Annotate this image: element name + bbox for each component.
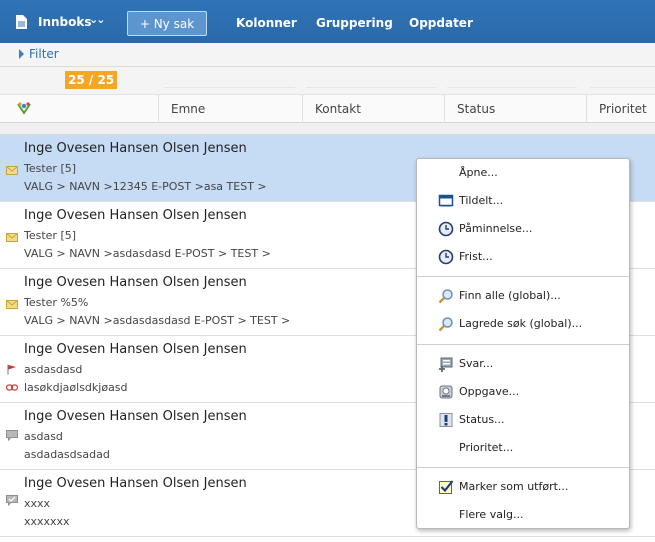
menu-item-label: Påminnelse... — [459, 222, 533, 235]
comment-icon — [6, 430, 18, 441]
column-header-contact[interactable]: Kontakt — [302, 95, 444, 123]
menu-item-label: Prioritet... — [459, 441, 514, 454]
menu-item-find-all[interactable]: Finn alle (global)... — [417, 284, 629, 308]
menu-item-reply[interactable]: Svar... — [417, 352, 629, 376]
chevron-down-icon[interactable]: ⌄⌄ — [89, 13, 106, 26]
magnifier-icon — [438, 289, 453, 304]
menu-item-label: Tildelt... — [459, 194, 504, 207]
contact-name: Inge Ovesen Hansen Olsen Jensen — [24, 409, 247, 424]
case-subject: xxxx — [24, 497, 51, 510]
case-subject: Tester %5% — [24, 296, 89, 309]
refresh-button[interactable]: Oppdater — [409, 16, 473, 30]
case-path: VALG > NAVN >12345 E-POST >asa TEST > — [24, 180, 267, 193]
list-spacer — [0, 123, 655, 135]
menu-item-status[interactable]: Status... — [417, 408, 629, 432]
exclamation-icon — [439, 413, 453, 427]
menu-separator — [417, 276, 629, 277]
contact-name: Inge Ovesen Hansen Olsen Jensen — [24, 275, 247, 290]
reply-icon — [439, 357, 453, 372]
grouping-button[interactable]: Gruppering — [316, 16, 393, 30]
envelope-icon — [6, 233, 18, 242]
column-header-subject[interactable]: Emne — [158, 95, 302, 123]
clock-icon — [438, 221, 454, 237]
menu-item-reminder[interactable]: Påminnelse... — [417, 217, 629, 241]
menu-item-saved-search[interactable]: Lagrede søk (global)... — [417, 312, 629, 336]
context-menu: Åpne... Tildelt... Påminnelse... Frist..… — [416, 158, 630, 529]
top-toolbar: Innboks ⌄⌄ + Ny sak Kolonner Gruppering … — [0, 0, 655, 43]
new-case-button[interactable]: + Ny sak — [127, 11, 207, 36]
column-header-row: Emne Kontakt Status Prioritet — [0, 94, 655, 123]
case-path: xxxxxxx — [24, 515, 70, 528]
filter-bar: Filter — [0, 43, 655, 67]
contact-name: Inge Ovesen Hansen Olsen Jensen — [24, 476, 247, 491]
result-count-badge: 25 / 25 — [65, 71, 118, 89]
divider — [306, 87, 436, 88]
inbox-icon — [16, 15, 27, 29]
case-subject: asdasd — [24, 430, 63, 443]
checkbox-checked-icon — [439, 480, 454, 494]
flag-icon — [7, 364, 16, 375]
menu-item-assigned[interactable]: Tildelt... — [417, 189, 629, 213]
divider — [447, 87, 577, 88]
menu-item-more[interactable]: Flere valg... — [417, 503, 629, 527]
menu-item-label: Åpne... — [459, 166, 498, 179]
inbox-title[interactable]: Innboks — [38, 15, 92, 29]
column-header-priority[interactable]: Prioritet — [586, 95, 655, 123]
menu-item-label: Svar... — [459, 357, 494, 370]
menu-item-label: Flere valg... — [459, 508, 524, 521]
envelope-icon — [6, 166, 18, 175]
case-subject: Tester [5] — [24, 162, 77, 175]
menu-separator — [417, 344, 629, 345]
menu-item-label: Finn alle (global)... — [459, 289, 561, 302]
contact-name: Inge Ovesen Hansen Olsen Jensen — [24, 141, 247, 156]
case-path: lasøkdjaølsdkjøasd — [24, 381, 128, 394]
menu-item-task[interactable]: Oppgave... — [417, 380, 629, 404]
menu-item-priority[interactable]: Prioritet... — [417, 436, 629, 460]
menu-item-mark-done[interactable]: Marker som utført... — [417, 475, 629, 499]
task-icon — [439, 385, 453, 399]
column-header-status[interactable]: Status — [444, 95, 586, 123]
menu-item-deadline[interactable]: Frist... — [417, 245, 629, 269]
case-subject: asdasdasd — [24, 363, 83, 376]
clock-icon — [438, 249, 454, 265]
contact-name: Inge Ovesen Hansen Olsen Jensen — [24, 208, 247, 223]
magnifier-icon — [438, 317, 453, 332]
menu-item-label: Status... — [459, 413, 505, 426]
contact-name: Inge Ovesen Hansen Olsen Jensen — [24, 342, 247, 357]
column-chooser-icon[interactable] — [16, 101, 32, 117]
menu-item-label: Lagrede søk (global)... — [459, 317, 583, 330]
menu-item-open[interactable]: Åpne... — [417, 161, 629, 185]
columns-button[interactable]: Kolonner — [236, 16, 297, 30]
menu-item-label: Marker som utført... — [459, 480, 569, 493]
menu-item-label: Oppgave... — [459, 385, 520, 398]
expand-triangle-icon[interactable] — [19, 49, 24, 59]
case-path: VALG > NAVN >asdasdasd E-POST > TEST > — [24, 247, 271, 260]
divider — [165, 87, 295, 88]
filter-toggle[interactable]: Filter — [29, 47, 59, 61]
menu-item-label: Frist... — [459, 250, 493, 263]
menu-separator — [417, 467, 629, 468]
case-path: VALG > NAVN >asdasdasdasd E-POST > TEST … — [24, 314, 291, 327]
case-path: asdadasdsadad — [24, 448, 110, 461]
comment-check-icon — [6, 495, 18, 506]
assign-icon — [438, 194, 454, 207]
envelope-icon — [6, 300, 18, 309]
link-icon — [6, 384, 18, 391]
case-subject: Tester [5] — [24, 229, 77, 242]
count-row: 25 / 25 — [0, 67, 655, 94]
divider — [590, 87, 655, 88]
